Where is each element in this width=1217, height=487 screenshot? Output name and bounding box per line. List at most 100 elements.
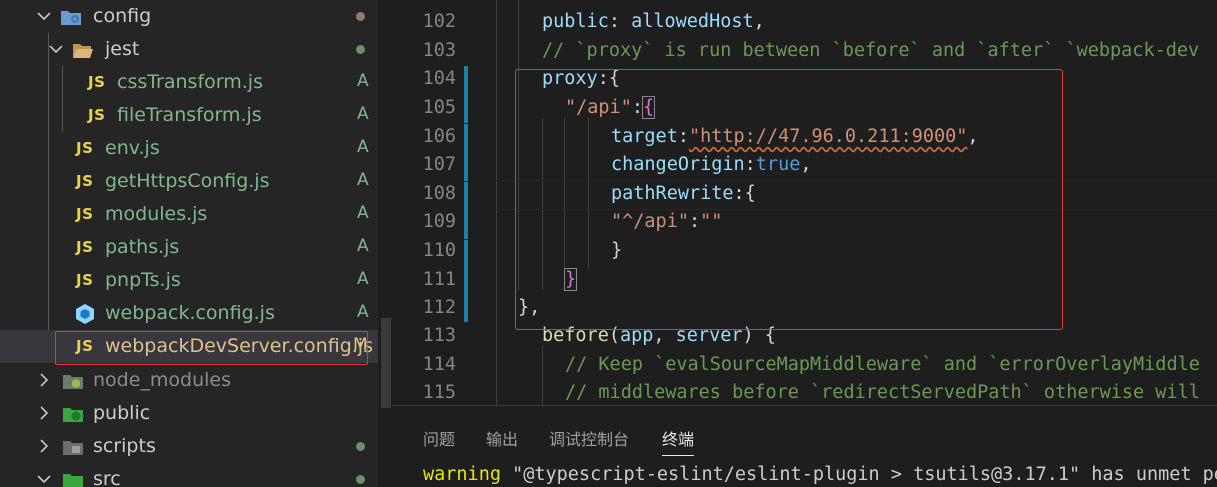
line-number: 113 — [422, 325, 456, 346]
line-number: 114 — [422, 354, 456, 375]
terminal-output[interactable]: warning "@typescript-eslint/eslint-plugi… — [423, 464, 1217, 485]
webpack-icon — [74, 303, 96, 325]
chevron-right-icon — [36, 372, 52, 388]
tree-item-jest[interactable]: jest — [0, 33, 378, 66]
line-number: 103 — [422, 40, 456, 61]
chevron-right-icon — [36, 405, 52, 421]
folder-node-icon — [62, 370, 84, 392]
code-comment: // Keep `evalSourceMapMiddleware` and `e… — [565, 354, 1200, 375]
line-number: 109 — [422, 211, 456, 232]
tree-item-pnpts[interactable]: JS pnpTs.js A — [0, 264, 378, 297]
tree-item-label: webpack.config.js — [105, 302, 275, 324]
git-status-dot — [356, 12, 365, 21]
tree-item-scripts[interactable]: scripts — [0, 430, 378, 463]
token-identifier: allowedHost — [631, 11, 754, 32]
chevron-down-icon — [48, 41, 64, 57]
tree-item-src[interactable]: src — [0, 463, 378, 487]
git-status-badge: A — [357, 137, 369, 157]
tree-item-config[interactable]: config — [0, 0, 378, 33]
line-number: 107 — [422, 154, 456, 175]
git-status-dot — [356, 475, 365, 484]
line-number: 111 — [422, 269, 456, 290]
tree-item-env[interactable]: JS env.js A — [0, 132, 378, 165]
tree-item-label: env.js — [105, 137, 160, 159]
line-number: 106 — [422, 126, 456, 147]
tree-item-label: paths.js — [105, 236, 180, 258]
code-text: public: allowedHost, — [542, 11, 765, 32]
tree-item-csstransform[interactable]: JS cssTransform.js A — [0, 66, 378, 99]
folder-scripts-icon — [62, 436, 84, 458]
javascript-file-icon: JS — [76, 238, 94, 256]
code-comment: // `proxy` is run between `before` and `… — [542, 40, 1200, 61]
git-status-badge: A — [357, 104, 369, 124]
javascript-file-icon: JS — [76, 205, 94, 223]
tree-item-public[interactable]: public — [0, 397, 378, 430]
token-punctuation: , — [753, 11, 765, 32]
tree-item-label: cssTransform.js — [117, 71, 263, 93]
tree-item-paths[interactable]: JS paths.js A — [0, 231, 378, 264]
terminal-warning-label: warning — [423, 464, 501, 485]
token-property: public — [542, 11, 609, 32]
highlight-annotation-box — [55, 331, 368, 365]
folder-open-icon — [72, 39, 94, 61]
tree-item-label: modules.js — [105, 203, 208, 225]
javascript-file-icon: JS — [76, 271, 94, 289]
tab-problems[interactable]: 问题 — [423, 426, 455, 450]
line-number: 108 — [422, 183, 456, 204]
code-line: 115 // middlewares before `redirectServe… — [392, 380, 1217, 405]
tab-debug-console[interactable]: 调试控制台 — [549, 426, 629, 450]
token-punctuation: : — [608, 11, 632, 32]
tree-item-label: pnpTs.js — [105, 269, 181, 291]
explorer-sidebar: config jest JS cssTransform.js A JS file… — [0, 0, 378, 487]
javascript-file-icon: JS — [88, 73, 106, 91]
tree-item-label: jest — [105, 38, 140, 60]
git-status-dot — [356, 442, 365, 451]
bottom-panel: 问题 输出 调试控制台 终端 warning "@typescript-esli… — [392, 405, 1217, 487]
chevron-right-icon — [36, 438, 52, 454]
tree-item-label: scripts — [93, 435, 156, 457]
sidebar-scrollbar-track[interactable] — [378, 0, 392, 487]
tree-item-label: fileTransform.js — [117, 104, 262, 126]
folder-src-icon — [62, 469, 84, 487]
javascript-file-icon: JS — [76, 172, 94, 190]
javascript-file-icon: JS — [76, 139, 94, 157]
git-status-badge: A — [357, 71, 369, 91]
line-number: 115 — [422, 382, 456, 403]
tree-item-filetransform[interactable]: JS fileTransform.js A — [0, 99, 378, 132]
tree-item-label: node_modules — [93, 369, 232, 391]
tree-item-node-modules[interactable]: node_modules — [0, 364, 378, 397]
folder-config-icon — [60, 6, 82, 28]
line-number: 110 — [422, 240, 456, 261]
code-line: 102 public: allowedHost, — [392, 9, 1217, 38]
git-status-badge: A — [357, 302, 369, 322]
code-comment: // middlewares before `redirectServedPat… — [565, 382, 1200, 403]
git-status-badge: A — [357, 269, 369, 289]
sidebar-scrollbar-thumb[interactable] — [381, 318, 391, 408]
tree-item-modules[interactable]: JS modules.js A — [0, 198, 378, 231]
code-line: 103 // `proxy` is run between `before` a… — [392, 38, 1217, 67]
chevron-down-icon — [36, 471, 52, 487]
tree-item-label: src — [93, 468, 121, 487]
tab-output[interactable]: 输出 — [486, 426, 518, 450]
line-number: 105 — [422, 97, 456, 118]
folder-public-icon — [62, 403, 84, 425]
tree-item-label: getHttpsConfig.js — [105, 170, 270, 192]
line-number: 112 — [422, 297, 456, 318]
chevron-down-icon — [36, 8, 52, 24]
git-status-dot — [356, 45, 365, 54]
javascript-file-icon: JS — [88, 106, 106, 124]
git-status-badge: A — [357, 236, 369, 256]
tree-item-gethttpsconfig[interactable]: JS getHttpsConfig.js A — [0, 165, 378, 198]
line-number: 102 — [422, 11, 456, 32]
active-tab-indicator — [662, 455, 694, 456]
terminal-line: "@typescript-eslint/eslint-plugin > tsut… — [500, 464, 1217, 485]
tab-terminal[interactable]: 终端 — [662, 426, 694, 450]
line-number: 104 — [422, 68, 456, 89]
tree-item-label: public — [93, 402, 151, 424]
code-line: 114 // Keep `evalSourceMapMiddleware` an… — [392, 352, 1217, 381]
tree-item-webpack-config[interactable]: webpack.config.js A — [0, 297, 378, 330]
highlight-annotation-box — [515, 69, 1063, 330]
git-status-badge: A — [357, 170, 369, 190]
git-status-badge: A — [357, 203, 369, 223]
tree-item-label: config — [93, 5, 152, 27]
